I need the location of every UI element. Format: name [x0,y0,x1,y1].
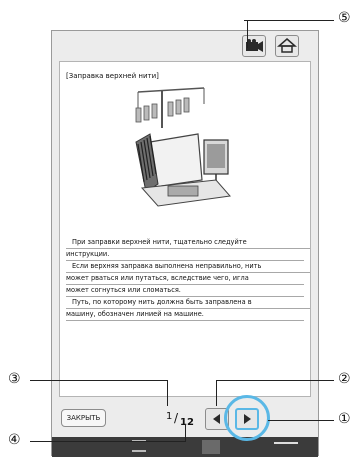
close-button[interactable]: ЗАКРЫТЬ [61,409,106,427]
callout-line [216,380,217,406]
instruction-title: [Заправка верхней нити] [66,72,159,80]
callout-3: ③ [8,371,21,387]
current-page-number: 1 [166,411,173,422]
callout-line [268,420,334,421]
instruction-line: машину, обозначен линией на машине. [66,309,304,321]
instruction-panel: [Заправка верхней нити] При заправки вер… [59,61,311,397]
callout-line [244,20,334,21]
callout-line [216,380,334,381]
callout-line [167,380,168,406]
video-button[interactable] [242,35,266,57]
thread-arrows-icon [274,442,298,444]
help-screen: [Заправка верхней нити] При заправки вер… [51,30,319,457]
home-icon [277,38,297,53]
callout-1: ① [338,411,351,427]
callout-line [247,20,248,48]
callout-line [30,380,167,381]
instruction-line: инструкции. [66,249,304,261]
triangle-left-icon [213,414,220,424]
instruction-line: Путь, по которому нить должна быть запра… [66,297,310,309]
callout-4: ④ [8,432,21,448]
machine-icon [202,440,220,454]
instruction-line: При заправки верхней нити, тщательно сле… [66,237,310,249]
machine-illustration [135,87,231,207]
callout-line [30,441,185,442]
total-pages-number: 12 [180,417,194,428]
highlight-circle [224,395,270,441]
callout-line [185,424,186,442]
instruction-line: может согнуться или сломаться. [66,285,304,297]
callout-5: ⑤ [338,10,351,26]
instruction-line: может рваться или путаться, вследствие ч… [66,273,304,285]
page-separator: / [174,411,179,425]
callout-2: ② [338,371,351,387]
home-button[interactable] [275,35,299,57]
instruction-line: Если верхняя заправка выполнена неправил… [66,261,310,273]
